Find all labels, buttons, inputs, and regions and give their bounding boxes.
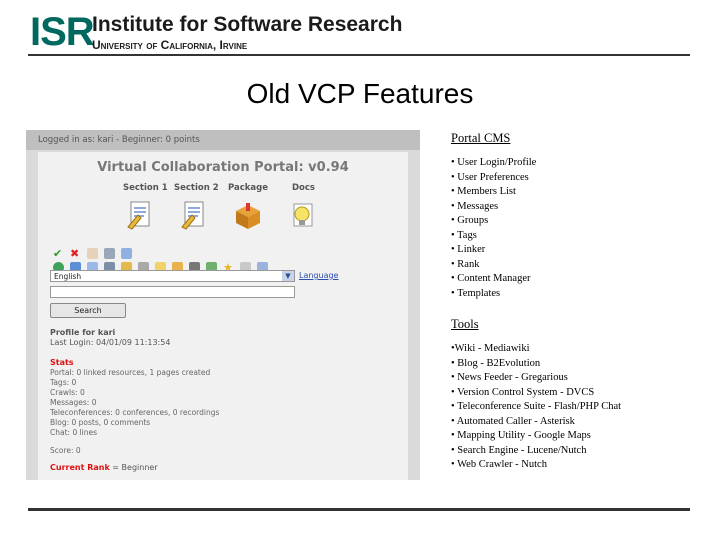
rank-value: = Beginner — [109, 463, 158, 472]
stat-line: Portal: 0 linked resources, 1 pages crea… — [50, 368, 211, 377]
footer-divider — [28, 508, 690, 511]
stats-title: Stats — [50, 358, 74, 367]
chevron-down-icon[interactable]: ▼ — [282, 271, 294, 281]
toolbar-row-1: ✔ ✖ — [53, 248, 153, 260]
list-item: • Teleconference Suite - Flash/PHP Chat — [451, 401, 622, 412]
list-item: • Blog - B2Evolution — [451, 357, 541, 369]
search-button[interactable]: Search — [50, 303, 126, 318]
list-item: • User Login/Profile — [451, 157, 537, 168]
tools-heading: Tools — [451, 317, 479, 331]
slide-title: Old VCP Features — [246, 78, 474, 109]
stat-line: Crawls: 0 — [50, 388, 85, 397]
list-item: • Rank — [451, 258, 480, 270]
list-item: • Search Engine - Lucene/Nutch — [451, 444, 587, 456]
logo-mark: ISR — [30, 10, 95, 54]
list-item: • Templates — [451, 287, 501, 299]
package-icon[interactable] — [232, 199, 264, 231]
search-input[interactable] — [50, 286, 295, 298]
document-icon[interactable] — [124, 199, 156, 231]
list-item: • Version Control System - DVCS — [451, 386, 595, 398]
stat-line: Messages: 0 — [50, 398, 97, 407]
language-link[interactable]: Language — [299, 271, 338, 280]
last-login: Last Login: 04/01/09 11:13:54 — [50, 338, 171, 347]
wrench-icon[interactable] — [104, 248, 115, 259]
list-item: • Mapping Utility - Google Maps — [451, 430, 591, 441]
rank-label: Current Rank — [50, 463, 110, 472]
list-item: •Wiki - Mediawiki — [451, 343, 530, 354]
portal-nav: Section 1 Section 2 Package Docs — [123, 183, 323, 195]
portal-panel: Virtual Collaboration Portal: v0.94 Sect… — [38, 152, 408, 480]
x-icon[interactable]: ✖ — [70, 248, 81, 259]
list-item: • Groups — [451, 215, 489, 226]
check-icon[interactable]: ✔ — [53, 248, 64, 259]
language-select[interactable]: English ▼ — [50, 270, 295, 282]
hand-icon[interactable] — [87, 248, 98, 259]
lightbulb-icon[interactable] — [286, 199, 318, 231]
university-name: University of California, Irvine — [92, 38, 248, 52]
header-divider — [28, 54, 690, 56]
nav-docs[interactable]: Docs — [292, 183, 315, 193]
tools-list: •Wiki - Mediawiki • Blog - B2Evolution •… — [451, 342, 621, 473]
nav-package[interactable]: Package — [228, 183, 268, 193]
stat-line: Teleconferences: 0 conferences, 0 record… — [50, 408, 220, 417]
list-item: • Web Crawler - Nutch — [451, 459, 547, 470]
portal-screenshot: Logged in as: kari - Beginner: 0 points … — [26, 130, 420, 480]
profile-title: Profile for kari — [50, 328, 116, 337]
stat-line: Blog: 0 posts, 0 comments — [50, 418, 151, 427]
document-icon[interactable] — [178, 199, 210, 231]
list-item: • News Feeder - Gregarious — [451, 372, 568, 383]
current-rank: Current Rank = Beginner — [50, 463, 158, 472]
portal-cms-list: • User Login/Profile • User Preferences … — [451, 156, 536, 301]
language-select-value: English — [54, 272, 82, 281]
list-item: • Automated Caller - Asterisk — [451, 415, 575, 427]
list-item: • Members List — [451, 186, 516, 197]
list-item: • Messages — [451, 200, 499, 212]
score: Score: 0 — [50, 446, 81, 455]
list-item: • Tags — [451, 229, 477, 241]
stat-line: Chat: 0 lines — [50, 428, 98, 437]
institute-name: Institute for Software Research — [92, 13, 403, 36]
portal-title: Virtual Collaboration Portal: v0.94 — [97, 160, 349, 175]
list-item: • User Preferences — [451, 171, 529, 183]
nav-section-1[interactable]: Section 1 — [123, 183, 168, 193]
portal-cms-heading: Portal CMS — [451, 131, 511, 145]
mail-icon[interactable] — [121, 248, 132, 259]
stat-line: Tags: 0 — [50, 378, 77, 387]
list-item: • Content Manager — [451, 273, 531, 284]
nav-section-2[interactable]: Section 2 — [174, 183, 219, 193]
list-item: • Linker — [451, 244, 486, 255]
login-status-bar: Logged in as: kari - Beginner: 0 points — [26, 130, 420, 150]
